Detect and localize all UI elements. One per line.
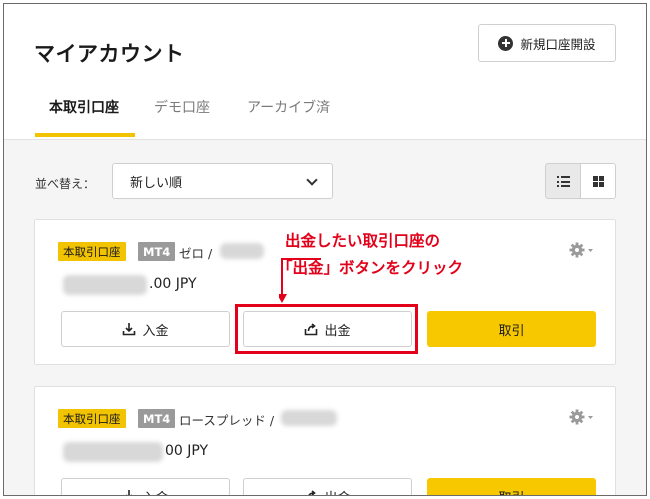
account-balance: .00 JPY: [149, 276, 197, 292]
download-icon: [126, 490, 133, 495]
trade-button[interactable]: 取引: [427, 311, 596, 347]
masked-balance: [63, 275, 147, 295]
app-frame: マイアカウント 新規口座開設 本取引口座 デモ口座 アーカイブ済 並べ替え： 新…: [3, 3, 647, 496]
annotation-callout: 出金したい取引口座の 「出金」ボタンをクリック: [277, 228, 463, 282]
share-out-icon: [308, 490, 317, 495]
chevron-down-icon: [306, 174, 318, 186]
annotation-line-1: 出金したい取引口座の: [285, 232, 441, 250]
tab-archived[interactable]: アーカイブ済: [247, 97, 330, 117]
trade-button[interactable]: 取引: [427, 478, 596, 496]
withdraw-button[interactable]: 出金: [243, 478, 412, 496]
account-balance: 00 JPY: [165, 443, 209, 459]
list-icon: [557, 176, 570, 187]
download-icon: [123, 323, 136, 336]
platform-badge: MT4: [138, 242, 176, 261]
list-view-button[interactable]: [545, 163, 581, 199]
tab-demo-accounts[interactable]: デモ口座: [154, 97, 210, 117]
deposit-button[interactable]: 入金: [61, 311, 230, 347]
deposit-label: 入金: [142, 487, 168, 496]
masked-balance: [63, 442, 163, 462]
sort-selected-value: 新しい順: [130, 175, 183, 191]
platform-badge: MT4: [138, 409, 176, 428]
masked-account-number: [281, 410, 337, 426]
account-name: ゼロ /: [179, 246, 213, 261]
grid-icon: [593, 176, 604, 187]
account-type-badge: 本取引口座: [58, 409, 126, 428]
new-account-button[interactable]: 新規口座開設: [478, 24, 616, 62]
sort-label: 並べ替え：: [35, 177, 96, 191]
tab-real-accounts[interactable]: 本取引口座: [49, 97, 119, 117]
trade-label: 取引: [498, 323, 525, 339]
gear-icon[interactable]: [569, 242, 595, 258]
active-tab-indicator: [35, 133, 135, 137]
trade-label: 取引: [498, 487, 524, 496]
page-title: マイアカウント: [34, 42, 185, 66]
account-card: 本取引口座 MT4 ロースプレッド / 00 JPY: [34, 386, 616, 496]
new-account-label: 新規口座開設: [520, 36, 596, 52]
deposit-button[interactable]: 入金: [61, 478, 230, 496]
plus-circle-icon: [498, 35, 514, 51]
grid-view-button[interactable]: [580, 163, 616, 199]
account-name: ロースプレッド /: [179, 413, 275, 428]
withdraw-highlight-box: [235, 304, 418, 354]
masked-account-number: [220, 243, 264, 259]
deposit-label: 入金: [142, 323, 169, 339]
account-type-badge: 本取引口座: [58, 242, 126, 261]
page-header: マイアカウント 新規口座開設 本取引口座 デモ口座 アーカイブ済: [4, 4, 646, 140]
gear-icon[interactable]: [569, 409, 595, 425]
sort-select[interactable]: 新しい順: [112, 163, 333, 199]
withdraw-label: 出金: [324, 487, 350, 496]
annotation-line-2: 「出金」ボタンをクリック: [277, 259, 464, 277]
